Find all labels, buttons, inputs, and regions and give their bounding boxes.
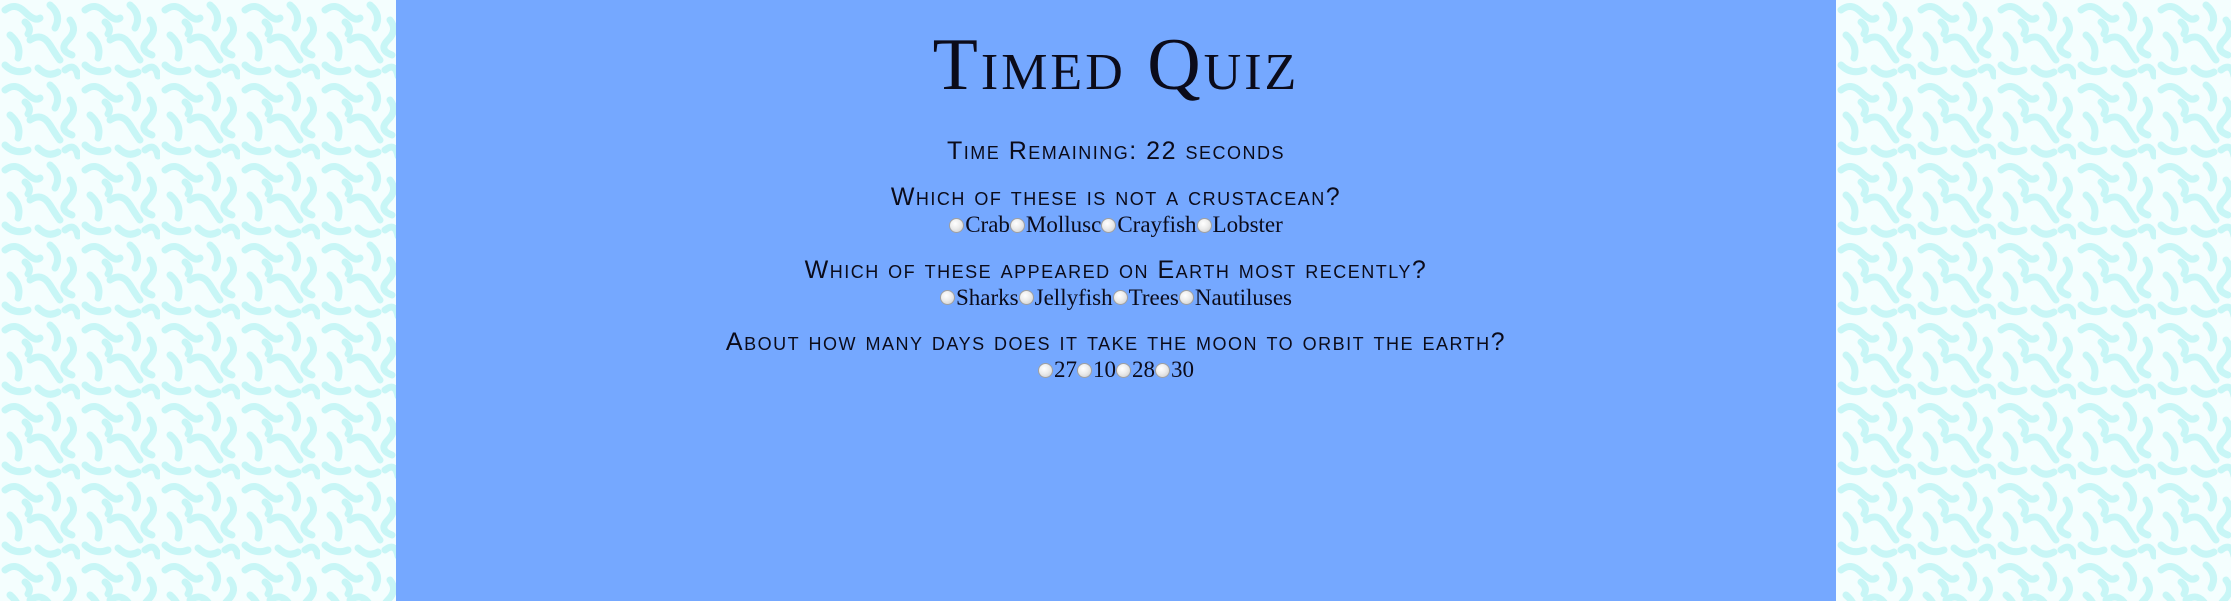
answer-label: 28: [1132, 357, 1155, 382]
background-pattern-left: [0, 0, 400, 601]
answer-options: Sharks Jellyfish Trees Nautiluses: [396, 285, 1836, 312]
answer-label: Sharks: [956, 284, 1019, 310]
radio-button[interactable]: [1112, 290, 1128, 305]
answer-option[interactable]: 28: [1116, 357, 1155, 383]
answer-label: Lobster: [1212, 212, 1283, 237]
answer-option[interactable]: Mollusc: [1009, 212, 1102, 238]
radio-button[interactable]: [1155, 362, 1170, 378]
answer-option[interactable]: Trees: [1112, 284, 1179, 311]
answer-label: Nautiluses: [1194, 284, 1292, 310]
answer-option[interactable]: 30: [1155, 357, 1194, 383]
squiggle-pattern-right: [1836, 0, 2231, 601]
answer-label: Trees: [1128, 284, 1179, 310]
radio-button[interactable]: [1116, 362, 1131, 378]
answer-label: Mollusc: [1025, 212, 1102, 237]
radio-button[interactable]: [949, 217, 965, 233]
question-1: Which of these is not a crustacean? Crab…: [396, 182, 1836, 239]
answer-options: Crab Mollusc Crayfish Lobster: [396, 212, 1836, 239]
question-text: Which of these appeared on Earth most re…: [804, 255, 1428, 284]
radio-button[interactable]: [1196, 217, 1212, 233]
squiggle-pattern-left: [0, 0, 400, 601]
answer-label: Crab: [965, 212, 1010, 237]
radio-button[interactable]: [1077, 362, 1092, 378]
radio-button[interactable]: [1018, 290, 1034, 305]
answer-label: 27: [1054, 357, 1077, 382]
radio-button[interactable]: [1178, 290, 1194, 305]
page-title: Timed Quiz: [932, 24, 1300, 106]
answer-label: 10: [1093, 357, 1116, 382]
answer-option[interactable]: Nautiluses: [1178, 284, 1292, 311]
question-3: About how many days does it take the moo…: [396, 327, 1836, 384]
radio-button[interactable]: [940, 290, 956, 305]
answer-option[interactable]: Crab: [949, 212, 1010, 238]
answer-option[interactable]: Crayfish: [1101, 212, 1197, 238]
answer-options: 27 10 28 30: [396, 357, 1836, 384]
question-2: Which of these appeared on Earth most re…: [396, 255, 1836, 312]
question-text: About how many days does it take the moo…: [725, 328, 1507, 356]
answer-label: 30: [1171, 357, 1194, 382]
radio-button[interactable]: [1101, 217, 1117, 233]
quiz-panel: Timed Quiz Time Remaining: 22 seconds Wh…: [396, 0, 1836, 601]
radio-button[interactable]: [1009, 217, 1025, 233]
answer-option[interactable]: 10: [1077, 357, 1116, 383]
answer-label: Jellyfish: [1034, 284, 1113, 310]
radio-button[interactable]: [1038, 362, 1053, 378]
answer-option[interactable]: Lobster: [1196, 212, 1283, 238]
answer-option[interactable]: Sharks: [940, 285, 1019, 311]
answer-option[interactable]: Jellyfish: [1018, 284, 1113, 311]
answer-label: Crayfish: [1117, 212, 1197, 237]
answer-option[interactable]: 27: [1038, 357, 1077, 383]
question-text: Which of these is not a crustacean?: [890, 183, 1342, 211]
background-pattern-right: [1836, 0, 2231, 601]
time-remaining: Time Remaining: 22 seconds: [947, 137, 1285, 165]
